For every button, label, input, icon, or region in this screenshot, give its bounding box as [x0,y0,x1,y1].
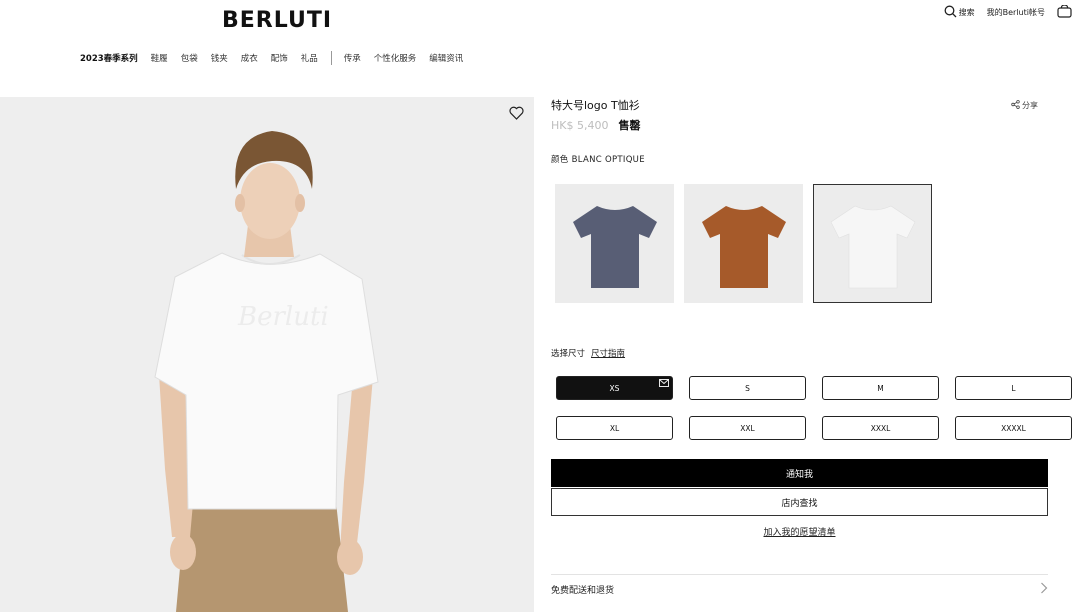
size-m-label: M [877,383,884,393]
product-info: 特大号logo T恤衫 HK$ 5,400 售罄 分享 颜色 BLANC OPT… [551,97,1072,596]
size-xxxl-button[interactable]: XXXL [822,416,939,440]
swatch-navy[interactable] [555,184,674,303]
product-image: Berluti [0,97,534,612]
size-label: 选择尺寸 [551,349,586,359]
size-grid: XS S M L XL XXL XXXL XXXXL [556,376,1073,440]
sold-out-badge: 售罄 [618,119,641,132]
shipping-label: 免费配送和退货 [551,586,615,596]
swatch-brown[interactable] [684,184,803,303]
size-s-label: S [745,383,750,393]
chevron-right-icon [1040,582,1048,597]
size-selector-label: 选择尺寸 尺寸指南 [551,347,625,359]
size-s-button[interactable]: S [689,376,806,400]
size-xs-label: XS [609,383,620,393]
size-xxl-label: XXL [740,423,755,433]
nav-item-accessories[interactable]: 配饰 [271,52,288,64]
nav-item-shoes[interactable]: 鞋履 [151,52,168,64]
product-price: HK$ 5,400 [551,119,609,132]
add-to-wishlist-link[interactable]: 加入我的愿望清单 [551,525,1048,538]
nav-item-heritage[interactable]: 传承 [344,52,361,64]
mail-icon [659,379,669,389]
nav-item-wallets[interactable]: 钱夹 [211,52,228,64]
main-nav: 2023春季系列 鞋履 包袋 钱夹 成衣 配饰 礼品 传承 个性化服务 编辑资讯 [80,51,476,65]
color-swatches [555,184,932,303]
share-icon [1011,100,1020,111]
search-label: 搜索 [958,8,975,17]
bag-icon [1057,4,1072,20]
share-button[interactable]: 分享 [1011,100,1038,111]
section-divider [551,574,1048,575]
size-m-button[interactable]: M [822,376,939,400]
size-xxxl-label: XXXL [870,423,891,433]
size-xl-button[interactable]: XL [556,416,673,440]
nav-item-gifts[interactable]: 礼品 [301,52,318,64]
brand-logo[interactable]: BERLUTI [222,8,332,33]
nav-item-personalization[interactable]: 个性化服务 [374,52,417,64]
notify-me-button[interactable]: 通知我 [551,459,1048,487]
nav-item-bags[interactable]: 包袋 [181,52,198,64]
size-xxxxl-label: XXXXL [1001,423,1026,433]
size-l-label: L [1011,383,1016,393]
nav-item-spring-2023[interactable]: 2023春季系列 [80,52,138,64]
find-in-store-button[interactable]: 店内查找 [551,488,1048,516]
size-xxl-button[interactable]: XXL [689,416,806,440]
svg-text:Berluti: Berluti [237,302,329,332]
tshirt-navy-thumbnail [572,205,657,288]
nav-item-ready-to-wear[interactable]: 成衣 [241,52,258,64]
size-xxxxl-button[interactable]: XXXXL [955,416,1072,440]
product-title: 特大号logo T恤衫 [551,99,640,112]
account-link[interactable]: 我的Berluti帐号 [987,7,1045,18]
color-label: 颜色 BLANC OPTIQUE [551,155,645,165]
nav-item-editorial[interactable]: 编辑资讯 [429,52,463,64]
search-button[interactable]: 搜索 [944,5,975,20]
share-label: 分享 [1022,101,1038,110]
size-xl-label: XL [609,423,620,433]
bag-button[interactable] [1057,4,1072,20]
heart-icon[interactable] [509,105,524,124]
model-illustration: Berluti [154,131,379,612]
size-l-button[interactable]: L [955,376,1072,400]
price-row: HK$ 5,400 售罄 [551,117,1048,133]
shipping-returns-row[interactable]: 免费配送和退货 [551,582,1048,597]
account-label: 我的Berluti帐号 [986,8,1045,17]
swatch-white[interactable] [813,184,932,303]
nav-divider [330,51,332,65]
search-icon [944,5,957,20]
tshirt-white-thumbnail [830,205,915,288]
tshirt-brown-thumbnail [701,205,786,288]
size-guide-link[interactable]: 尺寸指南 [591,347,625,359]
top-utility-bar: 搜索 我的Berluti帐号 [944,4,1072,20]
size-xs-button[interactable]: XS [556,376,673,400]
